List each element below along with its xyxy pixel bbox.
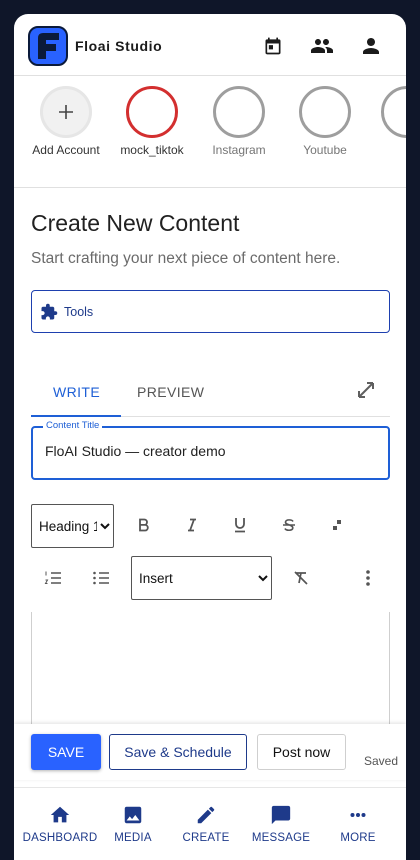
people-icon[interactable]	[310, 34, 334, 58]
add-account-circle	[40, 86, 92, 138]
bullet-list-button[interactable]	[88, 565, 114, 591]
clear-format-icon	[294, 571, 308, 585]
nav-label: MORE	[340, 832, 376, 844]
accounts-row: Add Account mock_tiktok Instagram Youtub…	[14, 76, 406, 188]
nav-label: MESSAGE	[251, 832, 311, 844]
account-avatar	[381, 86, 406, 138]
bold-button[interactable]	[131, 512, 157, 538]
image-icon	[124, 806, 142, 824]
pencil-icon	[197, 806, 215, 824]
tab-write[interactable]: WRITE	[53, 384, 100, 400]
app-bar: Floai Studio	[14, 14, 406, 76]
account-youtube[interactable]: Youtube	[280, 86, 370, 157]
code-block-button[interactable]	[324, 512, 350, 538]
account-label: Instagram	[212, 143, 266, 157]
account-avatar	[299, 86, 351, 138]
person-icon[interactable]	[359, 34, 383, 58]
content-title-field[interactable]: Content Title	[31, 420, 390, 480]
home-icon	[50, 806, 70, 823]
strikethrough-button[interactable]	[276, 512, 302, 538]
insert-select[interactable]: Insert	[131, 556, 272, 600]
italic-icon	[188, 518, 196, 532]
ordered-list-button[interactable]	[40, 565, 66, 591]
underline-icon	[235, 518, 245, 533]
nav-label: CREATE	[182, 832, 230, 844]
account-label: Add Account	[32, 143, 100, 157]
tools-label: Tools	[64, 304, 94, 319]
account-avatar	[126, 86, 178, 138]
bullet-list-icon	[93, 571, 109, 585]
add-account-button[interactable]: Add Account	[21, 86, 111, 157]
save-schedule-button[interactable]: Save & Schedule	[109, 734, 247, 770]
app-frame: Floai Studio Add Account mock_tiktok Ins…	[14, 14, 406, 860]
page-subtitle: Start crafting your next piece of conten…	[31, 250, 341, 267]
nav-message[interactable]: MESSAGE	[243, 804, 319, 844]
floai-logo	[28, 26, 68, 66]
tools-button[interactable]: Tools	[31, 290, 390, 333]
save-button[interactable]: SAVE	[31, 734, 101, 770]
page-title: Create New Content	[31, 210, 240, 236]
nav-label: DASHBOARD	[22, 832, 98, 844]
tab-indicator	[31, 415, 121, 417]
nav-create[interactable]: CREATE	[168, 804, 244, 844]
content-title-input[interactable]	[45, 443, 375, 459]
app-title: Floai Studio	[75, 38, 163, 54]
nav-more[interactable]: MORE	[320, 804, 396, 844]
account-avatar	[213, 86, 265, 138]
calendar-icon[interactable]	[261, 34, 285, 58]
underline-button[interactable]	[227, 512, 253, 538]
save-status: Saved	[364, 754, 399, 768]
message-icon	[271, 805, 291, 825]
account-instagram[interactable]: Instagram	[194, 86, 284, 157]
bottom-nav: DASHBOARD MEDIA CREATE MESSAGE MORE	[14, 787, 406, 860]
tab-preview[interactable]: PREVIEW	[137, 384, 204, 400]
strikethrough-icon	[283, 519, 295, 532]
account-mock-tiktok[interactable]: mock_tiktok	[107, 86, 197, 157]
nav-dashboard[interactable]: DASHBOARD	[22, 804, 98, 844]
bold-icon	[139, 518, 149, 532]
clear-format-button[interactable]	[288, 565, 314, 591]
fullscreen-expand-icon[interactable]	[354, 378, 378, 402]
action-bar: SAVE Save & Schedule Post now Saved	[14, 724, 406, 780]
post-now-button[interactable]: Post now	[257, 734, 346, 770]
plus-icon	[59, 105, 73, 119]
nav-media[interactable]: MEDIA	[95, 804, 171, 844]
more-horiz-icon	[350, 812, 366, 818]
nav-label: MEDIA	[114, 832, 152, 844]
puzzle-icon	[41, 303, 58, 319]
account-label: Youtube	[303, 143, 347, 157]
heading-select[interactable]: Heading 1	[31, 504, 114, 548]
ordered-list-icon	[44, 571, 61, 584]
code-block-icon	[333, 520, 341, 530]
account-partial[interactable]	[362, 86, 406, 138]
account-label: mock_tiktok	[120, 143, 184, 157]
editor-tabs: WRITE PREVIEW	[31, 377, 390, 417]
content-title-label: Content Title	[43, 420, 103, 431]
more-vert-icon	[366, 570, 370, 586]
content-editor[interactable]	[31, 612, 390, 742]
italic-button[interactable]	[179, 512, 205, 538]
more-vert-button[interactable]	[355, 565, 381, 591]
